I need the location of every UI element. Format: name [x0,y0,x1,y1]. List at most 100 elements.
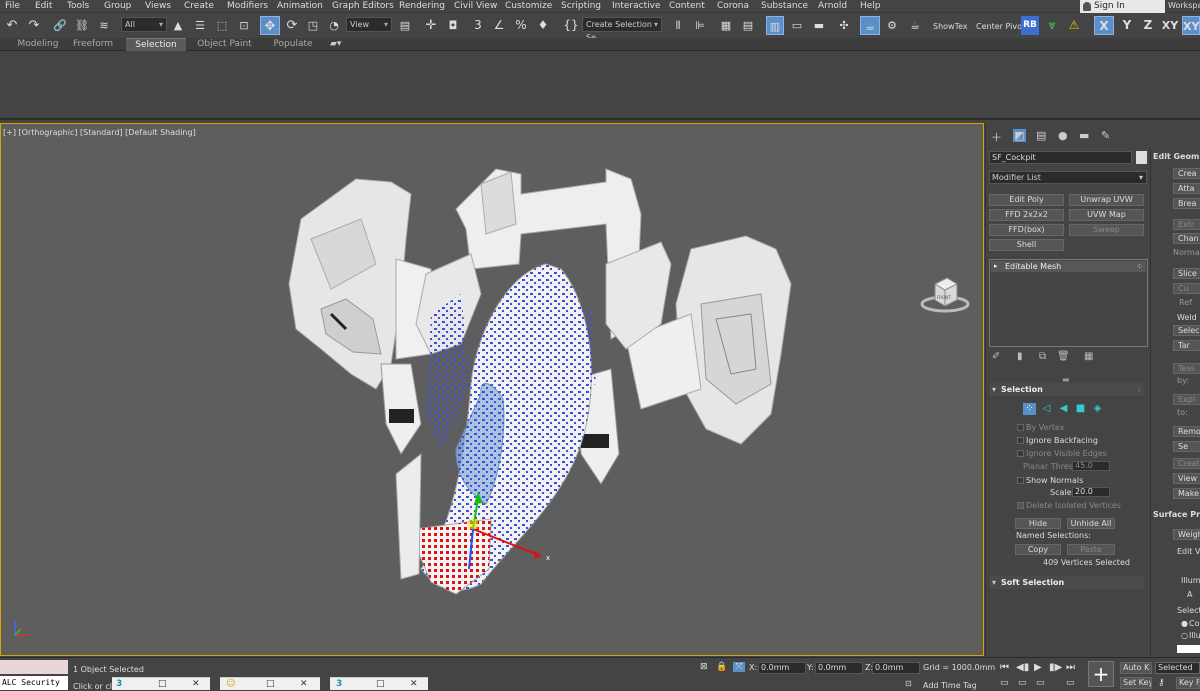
select-manipulate-icon[interactable]: ✛ [422,16,440,35]
edit-geometry-header[interactable]: Edit Geom [1153,152,1199,161]
tab-object-paint[interactable]: Object Paint [192,38,257,51]
hide-button[interactable]: Hide [1015,518,1061,529]
render-setup-icon[interactable]: ☕ [860,16,880,35]
schematic-view-icon[interactable]: ▬ [811,16,827,35]
view-align-button[interactable]: View [1173,473,1200,484]
play-icon[interactable]: ▶ [1034,662,1042,673]
restore-icon-3[interactable]: □ [376,679,385,689]
pin-stack-icon[interactable]: ✐ [992,351,1000,362]
weld-selected-button[interactable]: Selec [1173,325,1200,336]
selected-set-dropdown[interactable]: Selected [1155,662,1200,674]
go-to-end-icon[interactable]: ⏭ [1066,662,1075,673]
lock-selection-icon[interactable]: 🔒 [716,662,727,672]
redo-icon[interactable]: ↷ [26,16,42,35]
slice-plane-button[interactable]: Slice [1173,268,1200,279]
menu-civil-view[interactable]: Civil View [454,1,497,11]
menu-help[interactable]: Help [860,1,881,11]
object-name-field[interactable]: SF_Cockpit [989,151,1132,164]
create-shape-button[interactable]: Creat [1173,458,1200,469]
layer-explorer-icon[interactable]: ▤ [740,16,756,35]
select-by-name-icon[interactable]: ☰ [192,16,208,35]
unlink-icon[interactable]: ⛓ [74,16,90,35]
key-mode-icon[interactable]: ▭ [1000,678,1009,688]
maxscript-output[interactable]: ALC Security [0,676,68,690]
isolate-icon[interactable]: ⊠ [700,662,708,672]
paste-button[interactable]: Paste [1067,544,1115,555]
workspace-selector[interactable]: Workspac [1168,1,1200,10]
scene-explorer-icon[interactable]: ▦ [718,16,734,35]
remove-modifier-icon[interactable]: 🗑 [1057,351,1070,362]
motion-tab-icon[interactable]: ● [1058,129,1068,142]
menu-scripting[interactable]: Scripting [561,1,601,11]
expand-arrow-icon[interactable]: ▸ [994,261,998,272]
chevron-down-icon[interactable]: ⩔ [1044,16,1060,35]
next-frame-icon[interactable]: ▮▶ [1049,662,1062,673]
extrude-button[interactable]: Extr [1173,219,1200,230]
remove-isolated-button[interactable]: Remo [1173,426,1200,437]
ffd-box-button[interactable]: FFD(box) [989,224,1064,236]
create-tab-icon[interactable]: ＋ [991,129,1002,145]
ignore-backfacing-checkbox[interactable] [1017,437,1024,444]
modifier-list-dropdown[interactable]: Modifier List [989,171,1147,184]
angle-snap-icon[interactable]: ∠ [491,16,507,35]
face-level-icon[interactable]: ◀ [1057,403,1070,415]
axis-y-button[interactable]: Y [1119,16,1135,35]
soft-selection-rollout-header[interactable]: Soft Selection [989,576,1144,589]
z-coordinate-field[interactable]: 0.0mm [872,662,920,674]
menu-animation[interactable]: Animation [277,1,323,11]
axis-xy-plane-button[interactable]: XY [1182,16,1200,35]
edit-poly-button[interactable]: Edit Poly [989,194,1064,206]
selection-rollout-header[interactable]: Selection [989,383,1144,396]
mirror-icon[interactable]: ⫴ [670,16,686,35]
close-icon-2[interactable]: ✕ [300,679,308,689]
warning-icon[interactable]: ⚠ [1066,16,1082,35]
create-button[interactable]: Crea [1173,168,1200,179]
axis-xy-button[interactable]: XY [1160,16,1180,35]
viewport[interactable]: [+] [Orthographic] [Standard] [Default S… [0,123,984,656]
viewcube[interactable]: FRONT [919,272,971,314]
time-tag-icon[interactable]: ⊡ [905,679,912,688]
frame-field-icon[interactable]: ▭ [1036,678,1045,688]
menu-interactive[interactable]: Interactive [612,1,660,11]
select-object-icon[interactable]: ▲ [170,16,186,35]
window-crossing-icon[interactable]: ⊡ [236,16,252,35]
y-coordinate-field[interactable]: 0.0mm [815,662,863,674]
tab-modeling[interactable]: Modeling [8,38,68,51]
axis-z-button[interactable]: Z [1140,16,1156,35]
rectangular-selection-icon[interactable]: ⬚ [214,16,230,35]
weight-field[interactable]: Weigh [1173,529,1200,540]
absolute-mode-icon[interactable]: ⤧ [733,662,745,672]
radio-illumination[interactable]: ○ [1181,631,1188,640]
scale-icon[interactable]: ◳ [305,16,321,35]
surface-properties-header[interactable]: Surface Pr [1153,510,1200,519]
edit-named-selection-icon[interactable]: {} [563,16,579,35]
go-to-start-icon[interactable]: ⏮ [1000,662,1009,673]
bind-space-warp-icon[interactable]: ≋ [96,16,112,35]
ribbon-options-icon[interactable]: ▰▾ [330,39,341,49]
tessellate-button[interactable]: Tess [1173,363,1200,374]
utilities-tab-icon[interactable]: ✎ [1101,129,1110,142]
previous-frame-icon[interactable]: ◀▮ [1016,662,1029,673]
sweep-button[interactable]: Sweep [1069,224,1144,236]
taskbar-item-2[interactable]: ☺ □ ✕ [220,677,320,690]
spinner-snap-icon[interactable]: ♦ [535,16,551,35]
close-icon-3[interactable]: ✕ [410,679,418,689]
tab-populate[interactable]: Populate [266,38,320,51]
align-icon[interactable]: ⊫ [692,16,708,35]
chamfer-button[interactable]: Chan [1173,233,1200,244]
time-configuration-icon[interactable]: ▭ [1066,678,1075,688]
hierarchy-tab-icon[interactable]: ▤ [1036,129,1046,142]
vertex-level-icon[interactable]: ⁘ [1023,403,1036,415]
time-config-icon[interactable]: ▭ [1018,678,1027,688]
rb-script-button[interactable]: RB [1021,16,1039,35]
menu-content[interactable]: Content [669,1,705,11]
named-selection-set-dropdown[interactable]: Create Selection Se [582,17,662,42]
menu-corona[interactable]: Corona [717,1,749,11]
element-level-icon[interactable]: ◈ [1091,403,1104,415]
copy-button[interactable]: Copy [1015,544,1061,555]
reference-coordinate-dropdown[interactable]: View [346,17,392,32]
delete-isolated-checkbox[interactable] [1017,502,1024,509]
unwrap-uvw-button[interactable]: Unwrap UVW [1069,194,1144,206]
make-unique-icon[interactable]: ⧉ [1039,351,1046,362]
keyboard-shortcut-icon[interactable]: ◘ [445,16,461,35]
